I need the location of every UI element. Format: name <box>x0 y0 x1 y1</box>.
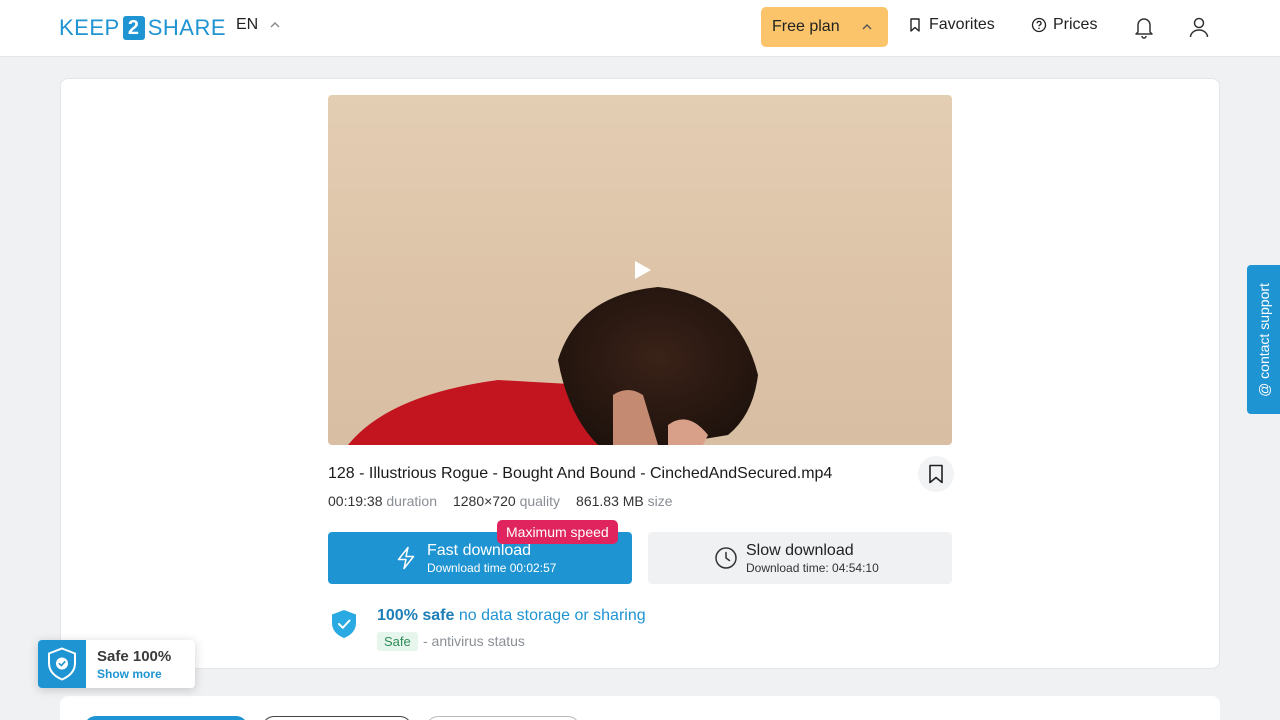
bookmark-icon <box>929 464 943 484</box>
contact-support-tab[interactable]: @ contact support <box>1247 265 1280 414</box>
shield-check-icon <box>48 647 76 681</box>
logo-text-share: SHARE <box>147 15 226 40</box>
plan-label: Free plan <box>772 18 840 35</box>
safe-widget[interactable]: Safe 100% Show more <box>38 640 195 688</box>
site-logo[interactable]: KEEP 2 SHARE <box>59 15 226 41</box>
chevron-up-icon <box>270 22 280 28</box>
chevron-up-icon <box>862 24 872 30</box>
safety-strong: 100% safe <box>377 607 455 624</box>
meta-quality: 1280×720 quality <box>453 493 560 509</box>
favorites-link[interactable]: Favorites <box>907 16 995 34</box>
slow-download-button[interactable]: Slow download Download time: 04:54:10 <box>648 532 952 584</box>
safe-status-tag: Safe <box>377 632 418 651</box>
free-plan-button[interactable]: Free plan <box>761 7 888 47</box>
logo-text-keep: KEEP <box>59 15 120 40</box>
file-title: 128 - Illustrious Rogue - Bought And Bou… <box>328 465 833 482</box>
favorites-label: Favorites <box>929 16 995 33</box>
file-meta: 00:19:38 duration 1280×720 quality 861.8… <box>328 493 673 509</box>
safe-widget-badge <box>38 640 86 688</box>
language-label: EN <box>236 16 259 33</box>
clock-icon <box>715 547 737 569</box>
add-to-favorites-button[interactable] <box>918 456 954 492</box>
quality-label: quality <box>519 493 561 509</box>
language-selector[interactable]: EN <box>236 16 280 34</box>
prices-label: Prices <box>1053 16 1098 33</box>
duration-label: duration <box>386 493 437 509</box>
fast-download-time: Download time 00:02:57 <box>427 561 557 575</box>
logo-badge-2: 2 <box>122 16 145 40</box>
contact-support-label: @ contact support <box>1255 282 1272 397</box>
maximum-speed-badge: Maximum speed <box>497 520 618 544</box>
bell-icon[interactable] <box>1133 15 1155 39</box>
safe-widget-show-more[interactable]: Show more <box>97 667 162 681</box>
fast-download-label: Fast download <box>427 542 532 559</box>
play-icon[interactable] <box>634 260 652 280</box>
tab-button-tertiary[interactable] <box>426 716 580 720</box>
user-icon[interactable] <box>1188 15 1210 39</box>
safe-widget-title: Safe 100% <box>97 648 172 665</box>
top-header: KEEP 2 SHARE EN Free plan Favorites Prices <box>0 0 1280 57</box>
duration-value: 00:19:38 <box>328 493 383 509</box>
slow-download-label: Slow download <box>746 542 854 559</box>
help-circle-icon <box>1031 17 1047 33</box>
video-preview[interactable] <box>328 95 952 445</box>
safety-rest: no data storage or sharing <box>458 607 646 624</box>
bookmark-icon <box>910 18 920 32</box>
lightning-icon <box>397 546 415 570</box>
antivirus-status-text: - antivirus status <box>423 633 525 649</box>
quality-value: 1280×720 <box>452 493 516 509</box>
tab-button-secondary[interactable] <box>262 716 412 720</box>
slow-download-time: Download time: 04:54:10 <box>746 561 879 575</box>
shield-check-icon <box>332 610 356 638</box>
meta-duration: 00:19:38 duration <box>328 493 437 509</box>
meta-size: 861.83 MB size <box>576 493 673 509</box>
tab-button-primary[interactable] <box>84 716 248 720</box>
size-label: size <box>647 493 673 509</box>
size-value: 861.83 MB <box>576 493 644 509</box>
prices-link[interactable]: Prices <box>1031 16 1097 34</box>
safety-statement: 100% safe no data storage or sharing <box>377 607 646 625</box>
